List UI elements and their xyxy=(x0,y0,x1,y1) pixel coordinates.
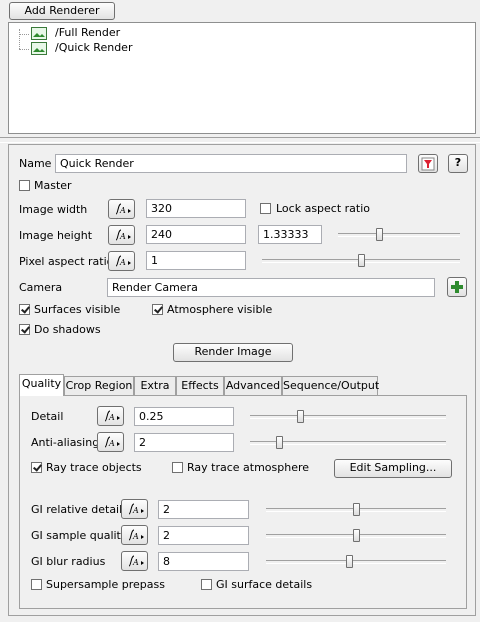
gi-blur-radius-slider-thumb[interactable] xyxy=(346,555,353,568)
lock-aspect-label: Lock aspect ratio xyxy=(276,202,371,215)
ray-trace-atmosphere-checkbox[interactable] xyxy=(172,462,183,473)
atmosphere-visible-label: Atmosphere visible xyxy=(167,303,273,316)
fx-button[interactable]: A xyxy=(97,432,124,452)
detail-slider-track[interactable] xyxy=(250,415,446,419)
lock-aspect-checkbox[interactable] xyxy=(260,203,271,214)
gi-sample-quality-label: GI sample quality xyxy=(31,529,128,542)
gi-relative-detail-slider-thumb[interactable] xyxy=(353,503,360,516)
pixel-aspect-label: Pixel aspect ratio xyxy=(19,255,114,268)
tab-advanced[interactable]: Advanced xyxy=(224,376,282,396)
gi-sample-quality-field[interactable]: 2 xyxy=(158,526,249,545)
ray-trace-objects-checkbox[interactable] xyxy=(31,462,42,473)
gi-relative-detail-field[interactable]: 2 xyxy=(158,500,249,519)
surfaces-visible-checkbox[interactable] xyxy=(19,304,30,315)
svg-text:A: A xyxy=(132,532,139,541)
fx-button[interactable]: A xyxy=(108,251,135,271)
add-camera-button[interactable] xyxy=(447,277,467,297)
image-height-label: Image height xyxy=(19,229,93,242)
render-image-button[interactable]: Render Image xyxy=(173,343,293,362)
supersample-prepass-label: Supersample prepass xyxy=(46,578,165,591)
splitter[interactable] xyxy=(0,137,480,143)
image-width-field[interactable]: 320 xyxy=(146,199,246,218)
fx-button[interactable]: A xyxy=(121,499,148,519)
renderer-list[interactable]: /Full Render /Quick Render xyxy=(8,22,476,134)
antialiasing-label: Anti-aliasing xyxy=(31,436,100,449)
pixel-aspect-slider-thumb[interactable] xyxy=(358,254,365,267)
image-icon xyxy=(31,42,47,55)
master-label: Master xyxy=(34,179,72,192)
function-icon: A xyxy=(104,436,120,448)
ray-trace-atmosphere-label: Ray trace atmosphere xyxy=(187,461,310,474)
aspect-ratio-field[interactable]: 1.33333 xyxy=(258,225,322,244)
fx-button[interactable]: A xyxy=(97,406,124,426)
aspect-slider-track[interactable] xyxy=(338,233,460,237)
fx-button[interactable]: A xyxy=(108,199,135,219)
renderer-label: /Quick Render xyxy=(55,41,133,54)
do-shadows-label: Do shadows xyxy=(34,323,101,336)
fx-button[interactable]: A xyxy=(108,225,135,245)
antialiasing-slider-thumb[interactable] xyxy=(276,436,283,449)
image-height-field[interactable]: 240 xyxy=(146,225,246,244)
gi-surface-details-checkbox[interactable] xyxy=(201,579,212,590)
tab-effects[interactable]: Effects xyxy=(176,376,224,396)
pixel-aspect-field[interactable]: 1 xyxy=(146,251,246,270)
name-label: Name xyxy=(19,157,52,170)
svg-text:A: A xyxy=(132,558,139,567)
image-icon xyxy=(31,27,47,40)
edit-sampling-button[interactable]: Edit Sampling... xyxy=(334,459,452,478)
gi-blur-radius-slider-track[interactable] xyxy=(266,560,446,564)
camera-field[interactable]: Render Camera xyxy=(107,278,435,297)
svg-text:A: A xyxy=(119,232,126,241)
ray-trace-objects-label: Ray trace objects xyxy=(46,461,142,474)
svg-text:A: A xyxy=(119,206,126,215)
supersample-prepass-checkbox[interactable] xyxy=(31,579,42,590)
gi-blur-radius-label: GI blur radius xyxy=(31,555,106,568)
do-shadows-checkbox[interactable] xyxy=(19,324,30,335)
fx-button[interactable]: A xyxy=(121,551,148,571)
detail-label: Detail xyxy=(31,410,64,423)
image-width-label: Image width xyxy=(19,203,88,216)
gi-relative-detail-label: GI relative detail xyxy=(31,503,123,516)
function-icon: A xyxy=(128,503,144,515)
antialiasing-field[interactable]: 2 xyxy=(134,433,234,452)
funnel-icon xyxy=(421,157,435,171)
svg-text:A: A xyxy=(132,506,139,515)
tab-crop-region[interactable]: Crop Region xyxy=(64,376,134,396)
atmosphere-visible-checkbox[interactable] xyxy=(152,304,163,315)
renderer-item[interactable]: /Full Render xyxy=(31,26,171,41)
function-icon: A xyxy=(104,410,120,422)
svg-text:A: A xyxy=(119,258,126,267)
svg-text:A: A xyxy=(108,413,115,422)
fx-button[interactable]: A xyxy=(121,525,148,545)
detail-field[interactable]: 0.25 xyxy=(134,407,234,426)
surfaces-visible-label: Surfaces visible xyxy=(34,303,121,316)
camera-label: Camera xyxy=(19,281,63,294)
function-icon: A xyxy=(115,203,131,215)
svg-text:A: A xyxy=(108,439,115,448)
function-icon: A xyxy=(128,555,144,567)
tab-quality[interactable]: Quality xyxy=(19,374,64,396)
function-icon: A xyxy=(115,255,131,267)
funnel-icon-button[interactable] xyxy=(418,154,438,173)
help-button[interactable]: ? xyxy=(448,154,468,173)
gi-sample-quality-slider-thumb[interactable] xyxy=(353,529,360,542)
add-renderer-button[interactable]: Add Renderer xyxy=(9,2,115,20)
tab-sequence-output[interactable]: Sequence/Output xyxy=(282,376,379,396)
gi-surface-details-label: GI surface details xyxy=(216,578,313,591)
tab-extra[interactable]: Extra xyxy=(134,376,176,396)
function-icon: A xyxy=(115,229,131,241)
detail-slider-thumb[interactable] xyxy=(297,410,304,423)
function-icon: A xyxy=(128,529,144,541)
renderer-label: /Full Render xyxy=(55,26,121,39)
master-checkbox[interactable] xyxy=(19,180,30,191)
aspect-slider-thumb[interactable] xyxy=(376,228,383,241)
gi-blur-radius-field[interactable]: 8 xyxy=(158,552,249,571)
name-field[interactable]: Quick Render xyxy=(55,154,407,173)
renderer-item[interactable]: /Quick Render xyxy=(31,41,171,56)
plus-icon xyxy=(451,281,463,293)
